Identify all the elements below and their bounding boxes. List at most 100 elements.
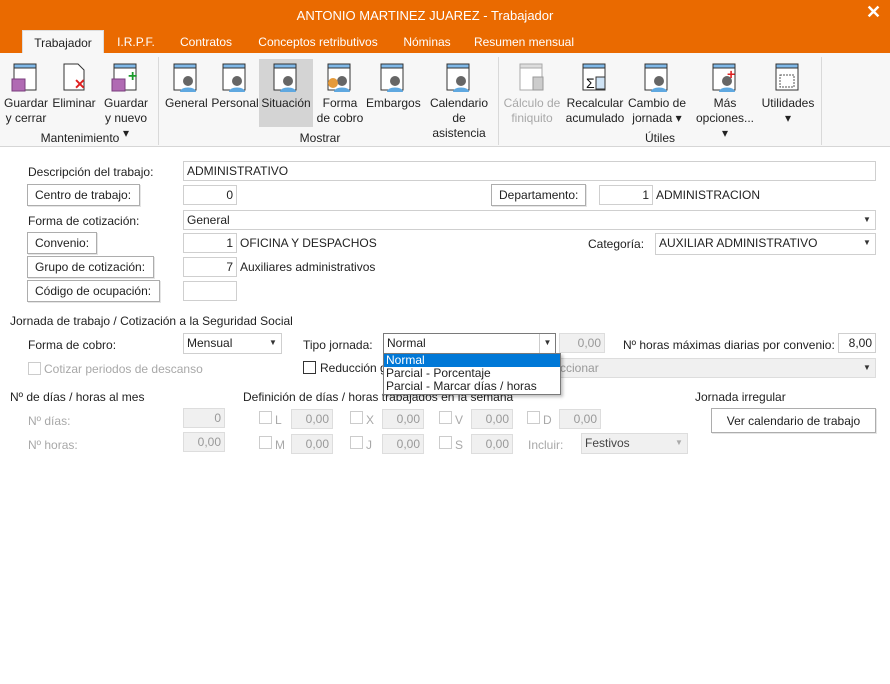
convenio-code-input[interactable]: 1 [183,233,237,253]
ribbon-button-label: y cerrar [5,111,47,125]
ribbon-button-guardar[interactable]: Guardar y cerrar [4,59,48,127]
ribbon-button-más[interactable]: + Más opciones... ▾ [694,59,756,140]
ribbon-button-label: Calendario [429,96,489,110]
ribbon-button-embargos[interactable]: Embargos [366,59,421,127]
dropdown-option-parcial-marcar[interactable]: Parcial - Marcar días / horas [384,380,560,393]
descripcion-input[interactable]: ADMINISTRATIVO [183,161,876,181]
tab-conceptos[interactable]: Conceptos retributivos [250,30,386,53]
day-label: J [366,438,372,452]
day-checkbox-L[interactable] [259,411,272,424]
ribbon-button-cálculo-de[interactable]: Cálculo de finiquito [503,59,561,127]
dias-label: Nº días: [28,414,71,428]
ribbon-button-label: Embargos [366,96,421,110]
forma-cotizacion-select[interactable]: General ▼ [183,210,876,230]
ribbon-button-general[interactable]: General [165,59,208,127]
forma-cobro-label: Forma de cobro: [28,338,117,352]
day-hours-input[interactable]: 0,00 [291,409,333,429]
ribbon-button-label: Recalcular [566,96,624,110]
calculator-icon [775,63,799,91]
close-icon[interactable]: ✕ [866,2,881,23]
settlement-icon [519,63,544,91]
ribbon-button-label: General [165,96,208,110]
ver-calendario-button[interactable]: Ver calendario de trabajo [711,408,876,433]
day-checkbox-S[interactable] [439,436,452,449]
ribbon-button-label: Forma [322,96,358,110]
ribbon-button-cambio-de[interactable]: Cambio de jornada ▾ [627,59,687,127]
jornada-section-title: Jornada de trabajo / Cotización a la Seg… [10,314,293,328]
incluir-select[interactable]: Festivos ▼ [581,433,688,454]
separator [821,57,822,145]
codigo-ocupacion-button[interactable]: Código de ocupación: [27,280,160,302]
ribbon-button-recalcular[interactable]: Σ Recalcular acumulado [565,59,625,127]
max-horas-input[interactable]: 8,00 [838,333,876,353]
ribbon-button-label: Más [713,96,737,110]
cotizar-descanso-checkbox[interactable] [28,362,41,375]
dias-input[interactable]: 0 [183,408,225,428]
grupo-cotizacion-button[interactable]: Grupo de cotización: [27,256,154,278]
day-hours-input[interactable]: 0,00 [382,409,424,429]
ribbon-button-utilidades[interactable]: Utilidades ▾ [760,59,816,127]
day-checkbox-V[interactable] [439,411,452,424]
cotizar-descanso-label: Cotizar periodos de descanso [44,362,203,376]
categoria-select[interactable]: AUXILIAR ADMINISTRATIVO ▼ [655,233,876,255]
svg-text:+: + [727,66,735,82]
reduccion-checkbox[interactable] [303,361,316,374]
grupo-code-input[interactable]: 7 [183,257,237,277]
forma-cotizacion-label: Forma de cotización: [28,214,140,228]
tab-contratos[interactable]: Contratos [170,30,242,53]
forma-cotizacion-value: General [187,213,230,227]
ribbon-button-guardar[interactable]: + Guardar y nuevo ▾ [102,59,150,140]
day-hours-input[interactable]: 0,00 [471,434,513,454]
day-checkbox-J[interactable] [350,436,363,449]
chevron-down-icon: ▼ [539,334,555,353]
ribbon-button-personal[interactable]: Personal [211,59,259,127]
centro-trabajo-button[interactable]: Centro de trabajo: [27,184,140,206]
day-hours-input[interactable]: 0,00 [382,434,424,454]
save-close-icon [11,63,37,92]
forma-cobro-select[interactable]: Mensual ▼ [183,333,282,354]
ribbon-button-situación[interactable]: Situación [259,59,313,127]
irregular-section-title: Jornada irregular [695,390,786,404]
day-label: S [455,438,464,452]
day-hours-input[interactable]: 0,00 [471,409,513,429]
personal-icon [222,63,246,92]
tipo-jornada-value: Normal [387,336,426,350]
tab-trabajador[interactable]: Trabajador [22,30,104,53]
reduccion-select[interactable]: ccionar ▼ [556,358,876,378]
chevron-down-icon: ▼ [269,338,277,347]
group-label-mostrar: Mostrar [299,131,341,145]
day-hours-input[interactable]: 0,00 [559,409,601,429]
day-checkbox-X[interactable] [350,411,363,424]
horas-input[interactable]: 0,00 [183,432,225,452]
ribbon-button-forma[interactable]: Forma de cobro [316,59,364,127]
ribbon-button-label: Cambio de [627,96,687,110]
day-checkbox-M[interactable] [259,436,272,449]
ribbon-button-label: Situación [261,96,311,110]
tab-irpf[interactable]: I.R.P.F. [108,30,164,53]
tab-resumen[interactable]: Resumen mensual [468,30,580,53]
codigo-ocupacion-input[interactable] [183,281,237,301]
departamento-code-input[interactable]: 1 [599,185,653,205]
tipo-porcentaje-input[interactable]: 0,00 [559,333,605,353]
day-checkbox-D[interactable] [527,411,540,424]
tipo-jornada-select[interactable]: Normal ▼ [383,333,556,354]
departamento-name: ADMINISTRACION [656,188,761,202]
ribbon-button-label: finiquito [511,111,553,125]
tab-nominas[interactable]: Nóminas [394,30,460,53]
max-horas-label: Nº horas máximas diarias por convenio: [623,338,835,352]
categoria-label: Categoría: [588,237,645,251]
delete-icon: ✕ [63,63,86,92]
ribbon-button-label: Personal [211,96,259,110]
separator [498,57,499,145]
ribbon-button-calendario[interactable]: Calendario de asistencia [425,59,493,140]
departamento-button[interactable]: Departamento: [491,184,586,206]
convenio-button[interactable]: Convenio: [27,232,97,254]
centro-input[interactable]: 0 [183,185,237,205]
reduccion-value: ccionar [560,361,599,375]
day-label: M [275,438,285,452]
chevron-down-icon: ▼ [863,238,871,247]
ribbon-button-eliminar[interactable]: ✕ Eliminar [52,59,96,127]
day-hours-input[interactable]: 0,00 [291,434,333,454]
ribbon-button-label: Guardar [103,96,149,110]
group-label-utiles: Útiles [644,131,675,145]
